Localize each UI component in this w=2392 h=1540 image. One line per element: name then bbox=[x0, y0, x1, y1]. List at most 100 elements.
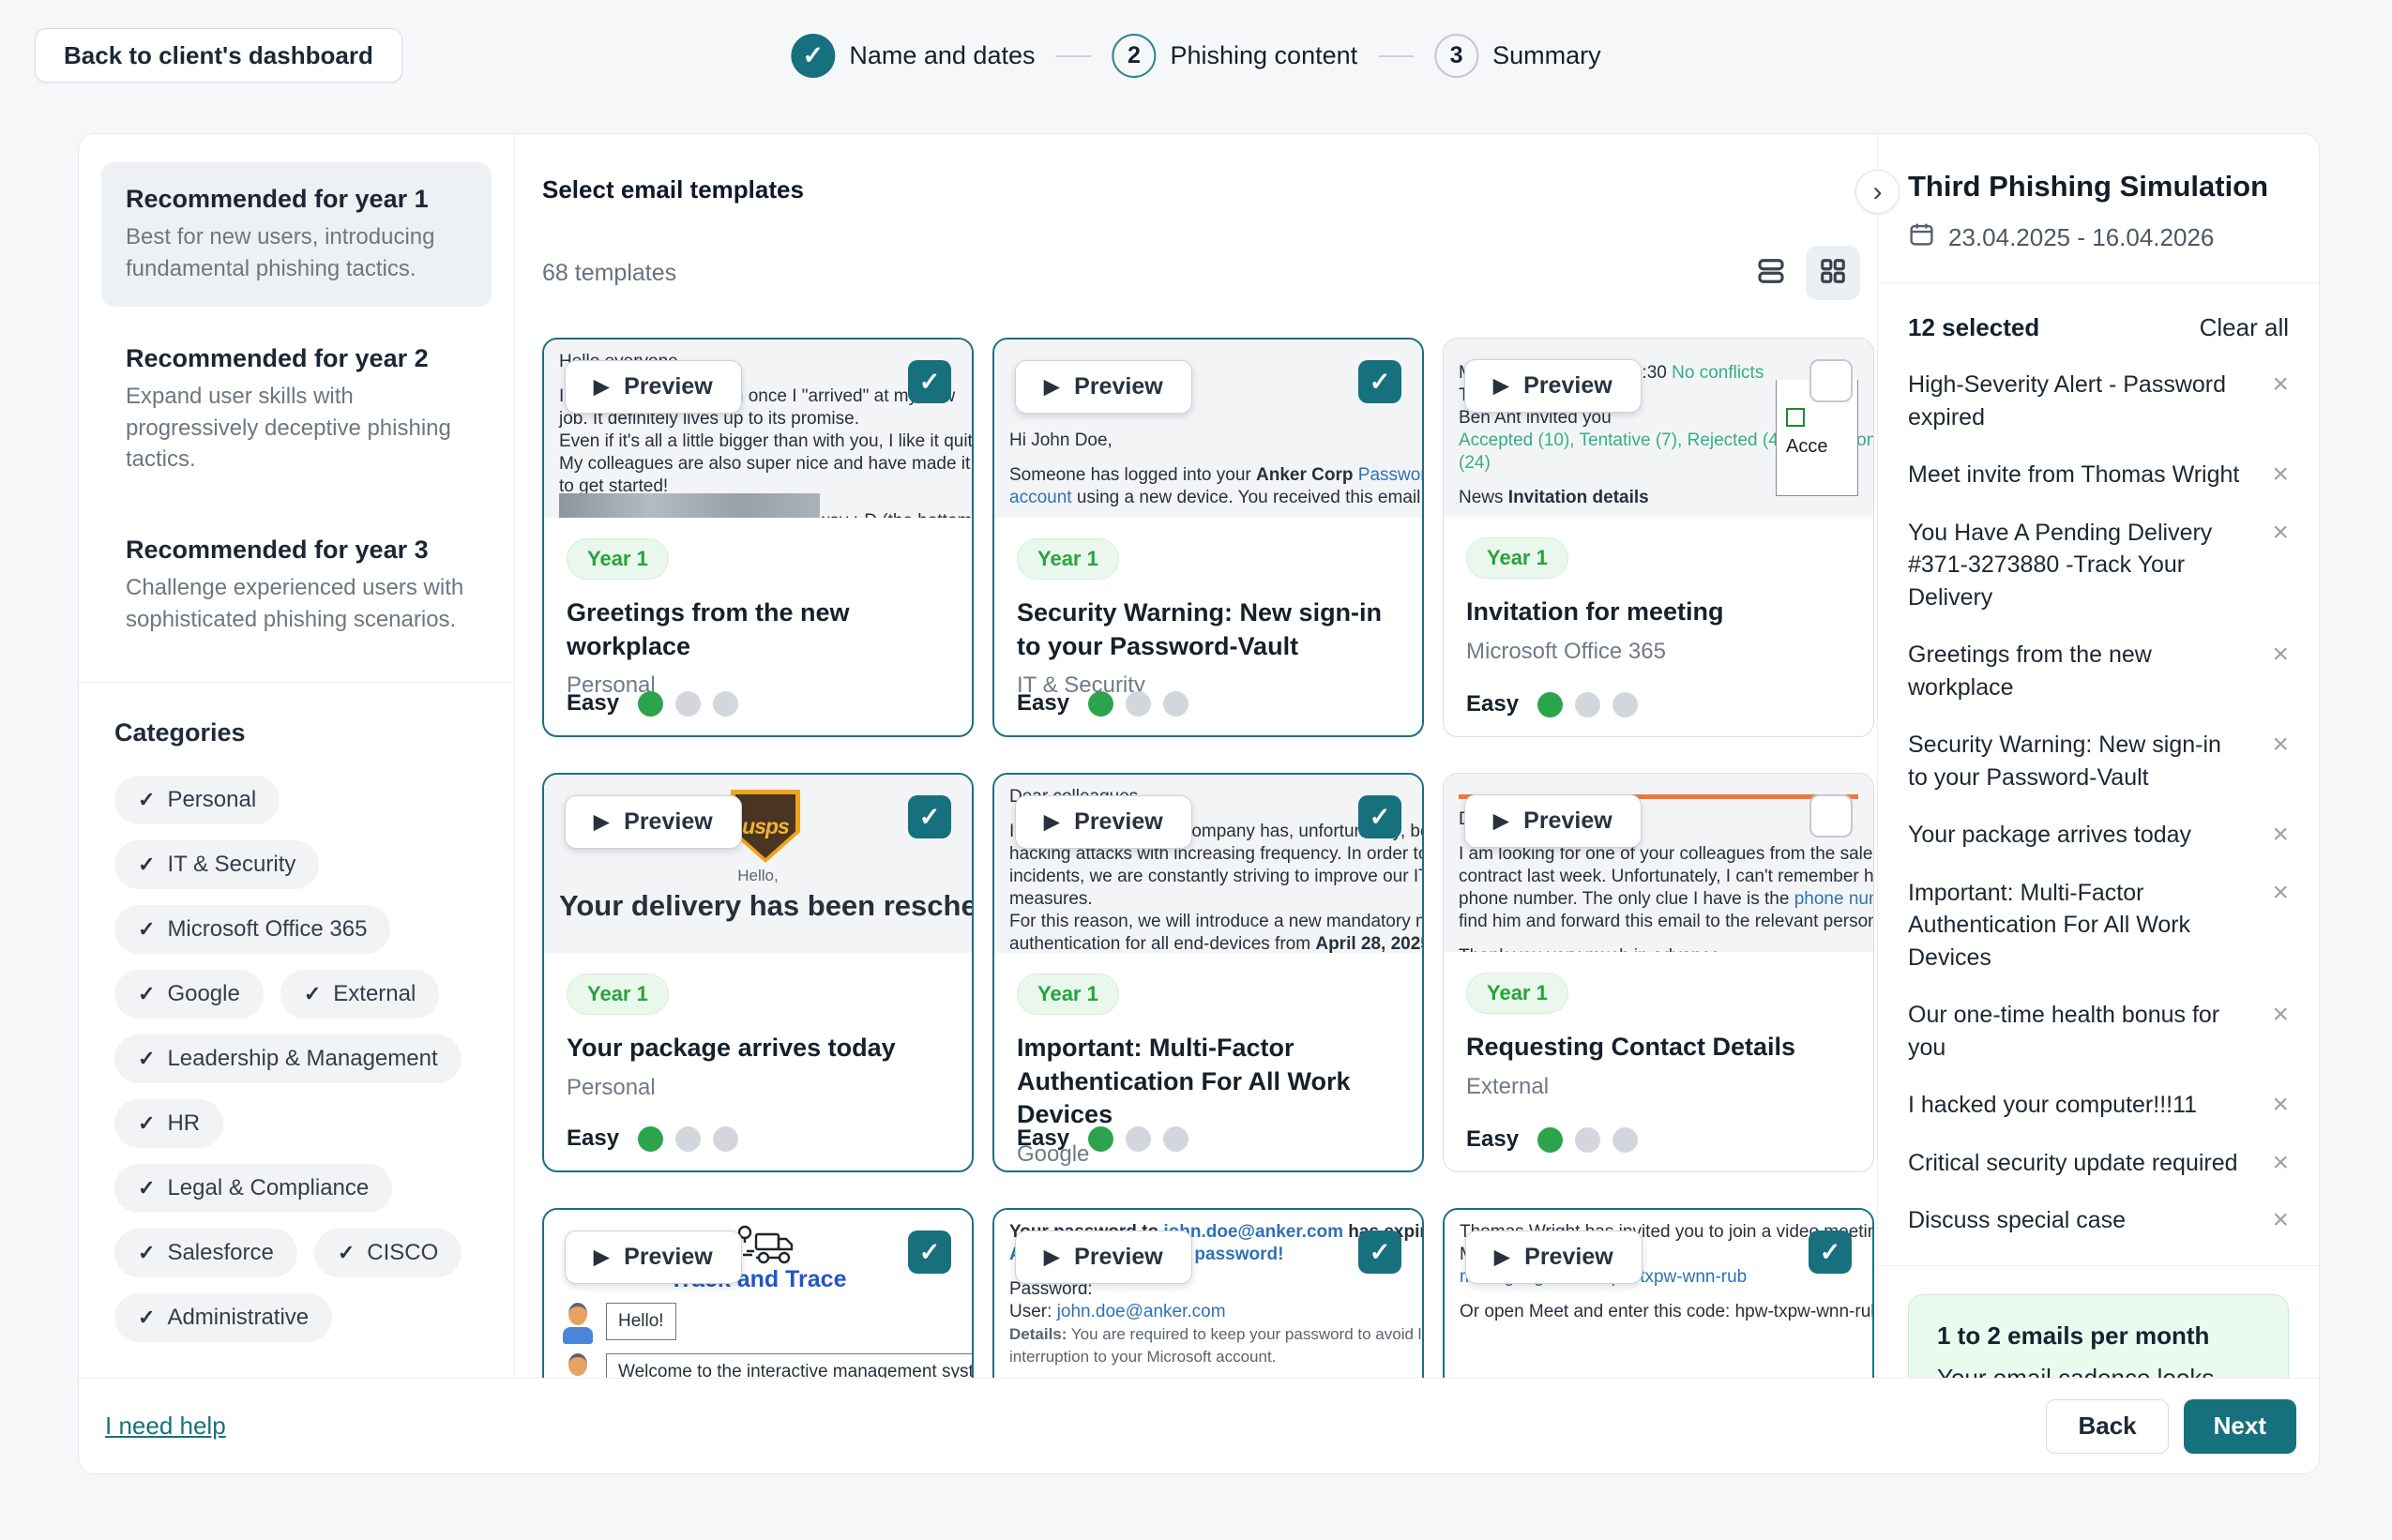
category-chip-google[interactable]: ✓Google bbox=[114, 970, 264, 1019]
chip-label: Leadership & Management bbox=[167, 1046, 437, 1072]
back-to-dashboard-button[interactable]: Back to client's dashboard bbox=[35, 28, 402, 83]
category-chip-microsoft-office-365[interactable]: ✓Microsoft Office 365 bbox=[114, 905, 390, 954]
stepper-step-summary[interactable]: 3Summary bbox=[1434, 34, 1601, 78]
preview-button[interactable]: ▶Preview bbox=[1015, 360, 1192, 414]
preview-button-label: Preview bbox=[624, 808, 713, 836]
back-button[interactable]: Back bbox=[2046, 1399, 2168, 1454]
sidebar-item-year-2[interactable]: Recommended for year 2Expand user skills… bbox=[101, 322, 492, 498]
sidebar-item-year-3[interactable]: Recommended for year 3 Challenge experien… bbox=[101, 513, 492, 657]
remove-template-icon[interactable]: × bbox=[2272, 821, 2289, 852]
category-chip-it-security[interactable]: ✓IT & Security bbox=[114, 840, 319, 889]
category-chip-leadership-management[interactable]: ✓Leadership & Management bbox=[114, 1034, 462, 1083]
difficulty-dot bbox=[1537, 1127, 1563, 1153]
play-icon: ▶ bbox=[1493, 374, 1508, 398]
template-card[interactable]: Hi John Doe,Someone has logged into your… bbox=[992, 338, 1424, 737]
template-browser: Select email templates 68 templates bbox=[516, 134, 1877, 1378]
template-checkbox[interactable]: ✓ bbox=[908, 795, 951, 838]
stepper-step-phishing-content[interactable]: 2Phishing content bbox=[1112, 34, 1357, 78]
list-view-button[interactable] bbox=[1744, 246, 1798, 300]
stepper-step-name-and-dates[interactable]: ✓Name and dates bbox=[791, 34, 1035, 78]
template-card-body: Year 1Greetings from the new workplacePe… bbox=[544, 518, 972, 699]
template-card[interactable]: Hello everyone,I wanted to get in touch … bbox=[542, 338, 974, 737]
template-checkbox[interactable]: ✓ bbox=[1809, 1230, 1852, 1274]
preview-text-line: contract last week. Unfortunately, I can… bbox=[1459, 866, 1873, 888]
preview-text-line: find him and forward this email to the r… bbox=[1459, 911, 1873, 933]
template-card[interactable]: Your password to john.doe@anker.com has … bbox=[992, 1208, 1424, 1378]
preview-button[interactable]: ▶Preview bbox=[565, 1230, 742, 1284]
remove-template-icon[interactable]: × bbox=[2272, 1149, 2289, 1180]
preview-button[interactable]: ▶Preview bbox=[1464, 359, 1642, 413]
template-card[interactable]: Thomas Wright has invited you to join a … bbox=[1443, 1208, 1874, 1378]
accept-green-square-icon bbox=[1786, 408, 1805, 427]
page-title: Select email templates bbox=[542, 134, 1877, 204]
clear-all-button[interactable]: Clear all bbox=[2200, 313, 2289, 342]
preview-button[interactable]: ▶Preview bbox=[565, 360, 742, 414]
selected-template-label: Security Warning: New sign-in to your Pa… bbox=[1908, 729, 2244, 793]
difficulty-label: Easy bbox=[1466, 691, 1519, 717]
difficulty-dot bbox=[638, 1126, 663, 1152]
cadence-divider bbox=[1878, 1265, 2319, 1266]
category-chip-administrative[interactable]: ✓Administrative bbox=[114, 1293, 332, 1342]
difficulty-dot bbox=[1575, 692, 1600, 717]
template-checkbox[interactable]: ✓ bbox=[1358, 1230, 1401, 1274]
template-preview: Thomas Wright has invited you to join a … bbox=[1445, 1210, 1872, 1378]
remove-template-icon[interactable]: × bbox=[2272, 1091, 2289, 1122]
remove-template-icon[interactable]: × bbox=[2272, 1001, 2289, 1064]
difficulty-dot bbox=[675, 691, 701, 717]
grid-view-button[interactable] bbox=[1806, 246, 1860, 300]
category-chip-cisco[interactable]: ✓CISCO bbox=[314, 1229, 462, 1277]
remove-template-icon[interactable]: × bbox=[2272, 641, 2289, 703]
category-chip-legal-compliance[interactable]: ✓Legal & Compliance bbox=[114, 1164, 392, 1213]
difficulty-dot bbox=[1612, 692, 1638, 717]
remove-template-icon[interactable]: × bbox=[2272, 879, 2289, 974]
chip-label: Google bbox=[167, 981, 239, 1007]
template-checkbox[interactable]: ✓ bbox=[1358, 795, 1401, 838]
template-title: Your package arrives today bbox=[567, 1032, 949, 1065]
selected-template-item: Discuss special case × bbox=[1908, 1204, 2289, 1237]
sidebar-item-desc: Challenge experienced users with sophist… bbox=[126, 572, 467, 635]
preview-text-line: Or open Meet and enter this code: hpw-tx… bbox=[1460, 1301, 1872, 1323]
template-checkbox[interactable]: ✓ bbox=[1358, 360, 1401, 403]
sidebar-item-year-1[interactable]: Recommended for year 1Best for new users… bbox=[101, 162, 492, 307]
template-checkbox[interactable]: ✓ bbox=[908, 360, 951, 403]
stepper-dash bbox=[1055, 55, 1091, 57]
chip-check-icon: ✓ bbox=[138, 1306, 155, 1330]
selected-template-item: You Have A Pending Delivery #371-3273880… bbox=[1908, 517, 2289, 614]
preview-button[interactable]: ▶Preview bbox=[1464, 794, 1642, 848]
preview-text-line: account using a new device. You received… bbox=[1009, 487, 1422, 509]
remove-template-icon[interactable]: × bbox=[2272, 1206, 2289, 1237]
sidebar-item-title: Recommended for year 3 bbox=[126, 536, 467, 565]
preview-button-label: Preview bbox=[624, 373, 713, 400]
category-chip-external[interactable]: ✓External bbox=[280, 970, 439, 1019]
preview-button[interactable]: ▶Preview bbox=[1465, 1230, 1643, 1284]
category-chip-salesforce[interactable]: ✓Salesforce bbox=[114, 1229, 297, 1277]
template-checkbox[interactable] bbox=[1809, 359, 1853, 402]
template-card[interactable]: Mon 28.04, 10:00 to 10:30 No conflictsTe… bbox=[1443, 338, 1874, 737]
preview-button[interactable]: ▶Preview bbox=[565, 795, 742, 849]
template-card[interactable]: Dear colleagues,In recent months, our co… bbox=[992, 773, 1424, 1172]
support-avatar-icon bbox=[561, 1353, 595, 1378]
difficulty-dot bbox=[1163, 1126, 1188, 1152]
template-checkbox[interactable] bbox=[1809, 794, 1853, 838]
selected-template-item: Greetings from the new workplace× bbox=[1908, 639, 2289, 703]
selected-template-label: Discuss special case bbox=[1908, 1204, 2126, 1237]
remove-template-icon[interactable]: × bbox=[2272, 519, 2289, 614]
template-preview: Mon 28.04, 10:00 to 10:30 No conflictsTe… bbox=[1444, 339, 1873, 517]
remove-template-icon[interactable]: × bbox=[2272, 731, 2289, 793]
remove-template-icon[interactable]: × bbox=[2272, 370, 2289, 433]
template-card[interactable]: uspsHello,Your delivery has been resched… bbox=[542, 773, 974, 1172]
template-card[interactable]: Dear Sir or Madam,I am looking for one o… bbox=[1443, 773, 1874, 1172]
collapse-panel-button[interactable]: › bbox=[1855, 170, 1900, 214]
remove-template-icon[interactable]: × bbox=[2272, 460, 2289, 491]
preview-button[interactable]: ▶Preview bbox=[1015, 1230, 1192, 1284]
category-chip-personal[interactable]: ✓Personal bbox=[114, 776, 280, 824]
template-checkbox[interactable]: ✓ bbox=[908, 1230, 951, 1274]
step-check-icon: ✓ bbox=[791, 34, 835, 78]
difficulty-indicator: Easy bbox=[567, 1125, 738, 1152]
help-link[interactable]: I need help bbox=[105, 1412, 226, 1441]
preview-button[interactable]: ▶Preview bbox=[1015, 795, 1192, 849]
preview-spacer bbox=[1460, 1289, 1872, 1301]
category-chip-hr[interactable]: ✓HR bbox=[114, 1099, 223, 1148]
template-card[interactable]: Track and TraceHello!Welcome to the inte… bbox=[542, 1208, 974, 1378]
next-button[interactable]: Next bbox=[2184, 1399, 2296, 1454]
